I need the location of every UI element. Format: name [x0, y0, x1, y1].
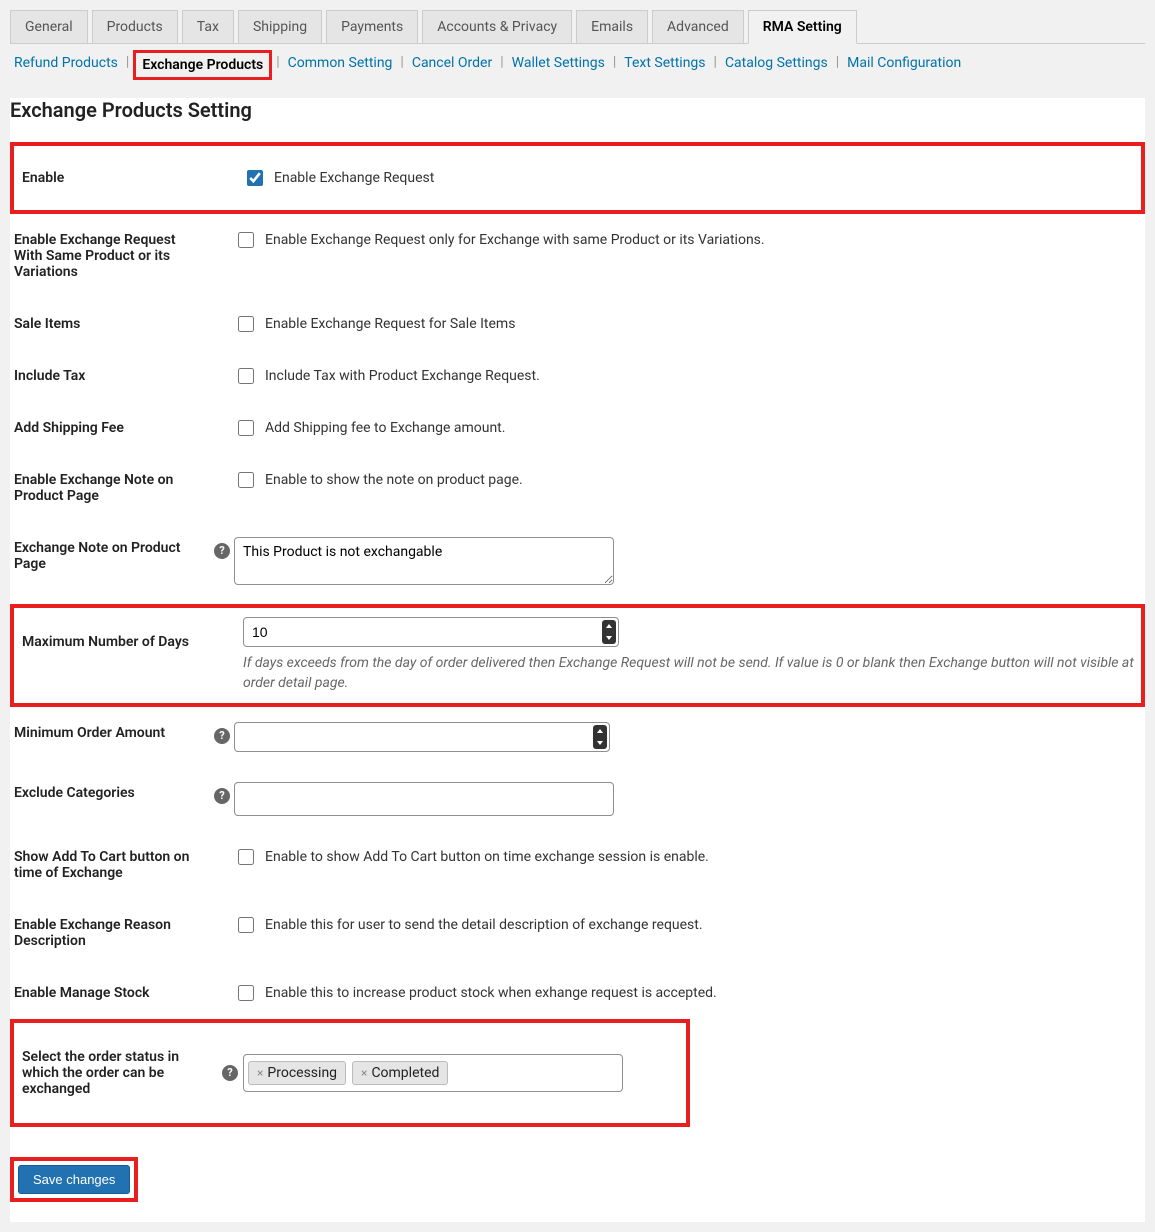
text-reason-desc: Enable this for user to send the detail … [265, 917, 703, 933]
subtab-text-settings[interactable]: Text Settings [620, 54, 709, 80]
tab-emails[interactable]: Emails [576, 10, 648, 43]
primary-tabs: General Products Tax Shipping Payments A… [10, 10, 1145, 44]
checkbox-include-tax[interactable] [238, 368, 254, 384]
label-same-product: Enable Exchange Request With Same Produc… [10, 214, 210, 298]
label-order-status: Select the order status in which the ord… [18, 1031, 218, 1115]
checkbox-manage-stock[interactable] [238, 985, 254, 1001]
desc-max-days: If days exceeds from the day of order de… [243, 653, 1136, 694]
checkbox-reason-desc[interactable] [238, 917, 254, 933]
subtab-catalog-settings[interactable]: Catalog Settings [721, 54, 832, 80]
close-icon[interactable]: × [257, 1066, 263, 1080]
tab-general[interactable]: General [10, 10, 88, 43]
subtab-exchange-products[interactable]: Exchange Products [133, 50, 272, 80]
text-sale-items: Enable Exchange Request for Sale Items [265, 316, 515, 332]
label-manage-stock: Enable Manage Stock [10, 967, 210, 1019]
tab-rma-setting[interactable]: RMA Setting [748, 10, 857, 44]
text-manage-stock: Enable this to increase product stock wh… [265, 985, 717, 1001]
subtab-common-setting[interactable]: Common Setting [284, 54, 397, 80]
tab-tax[interactable]: Tax [182, 10, 234, 43]
page-title: Exchange Products Setting [10, 98, 1145, 122]
checkbox-sale-items[interactable] [238, 316, 254, 332]
tab-advanced[interactable]: Advanced [652, 10, 744, 43]
subtab-mail-configuration[interactable]: Mail Configuration [843, 54, 965, 80]
checkbox-same-product[interactable] [238, 232, 254, 248]
subtab-refund-products[interactable]: Refund Products [10, 54, 122, 80]
spinner-icon[interactable] [602, 620, 616, 644]
label-note-text: Exchange Note on Product Page [10, 522, 210, 604]
tab-accounts-privacy[interactable]: Accounts & Privacy [422, 10, 572, 43]
multiselect-order-status[interactable]: ×Processing ×Completed [243, 1054, 623, 1092]
label-min-amount: Minimum Order Amount [10, 707, 210, 767]
text-shipping-fee: Add Shipping fee to Exchange amount. [265, 420, 505, 436]
checkbox-note-page[interactable] [238, 472, 254, 488]
checkbox-enable-exchange[interactable] [247, 170, 263, 186]
text-note-page: Enable to show the note on product page. [265, 472, 523, 488]
save-button[interactable]: Save changes [18, 1165, 130, 1194]
tab-payments[interactable]: Payments [326, 10, 418, 43]
tab-products[interactable]: Products [92, 10, 178, 43]
help-icon[interactable]: ? [222, 1065, 238, 1081]
label-sale-items: Sale Items [10, 298, 210, 350]
subtab-cancel-order[interactable]: Cancel Order [408, 54, 496, 80]
text-same-product: Enable Exchange Request only for Exchang… [265, 232, 765, 248]
input-max-days[interactable] [243, 617, 619, 647]
input-min-amount[interactable] [234, 722, 610, 752]
label-max-days: Maximum Number of Days [18, 616, 218, 695]
text-enable-exchange: Enable Exchange Request [274, 170, 434, 186]
chip-processing[interactable]: ×Processing [248, 1061, 346, 1085]
text-include-tax: Include Tax with Product Exchange Reques… [265, 368, 540, 384]
checkbox-shipping-fee[interactable] [238, 420, 254, 436]
tab-shipping[interactable]: Shipping [238, 10, 322, 43]
label-exclude-cat: Exclude Categories [10, 767, 210, 831]
label-reason-desc: Enable Exchange Reason Description [10, 899, 210, 967]
label-include-tax: Include Tax [10, 350, 210, 402]
label-enable: Enable [18, 152, 218, 204]
close-icon[interactable]: × [361, 1066, 367, 1080]
label-shipping-fee: Add Shipping Fee [10, 402, 210, 454]
help-icon[interactable]: ? [214, 543, 230, 559]
spinner-icon[interactable] [593, 725, 607, 749]
select-exclude-categories[interactable] [234, 782, 614, 816]
label-note-page: Enable Exchange Note on Product Page [10, 454, 210, 522]
help-icon[interactable]: ? [214, 728, 230, 744]
sub-tabs: Refund Products| Exchange Products| Comm… [10, 44, 1145, 88]
text-add-to-cart: Enable to show Add To Cart button on tim… [265, 849, 709, 865]
checkbox-add-to-cart[interactable] [238, 849, 254, 865]
chip-completed[interactable]: ×Completed [352, 1061, 448, 1085]
subtab-wallet-settings[interactable]: Wallet Settings [508, 54, 609, 80]
help-icon[interactable]: ? [214, 788, 230, 804]
label-add-to-cart: Show Add To Cart button on time of Excha… [10, 831, 210, 899]
textarea-exchange-note[interactable] [234, 537, 614, 585]
